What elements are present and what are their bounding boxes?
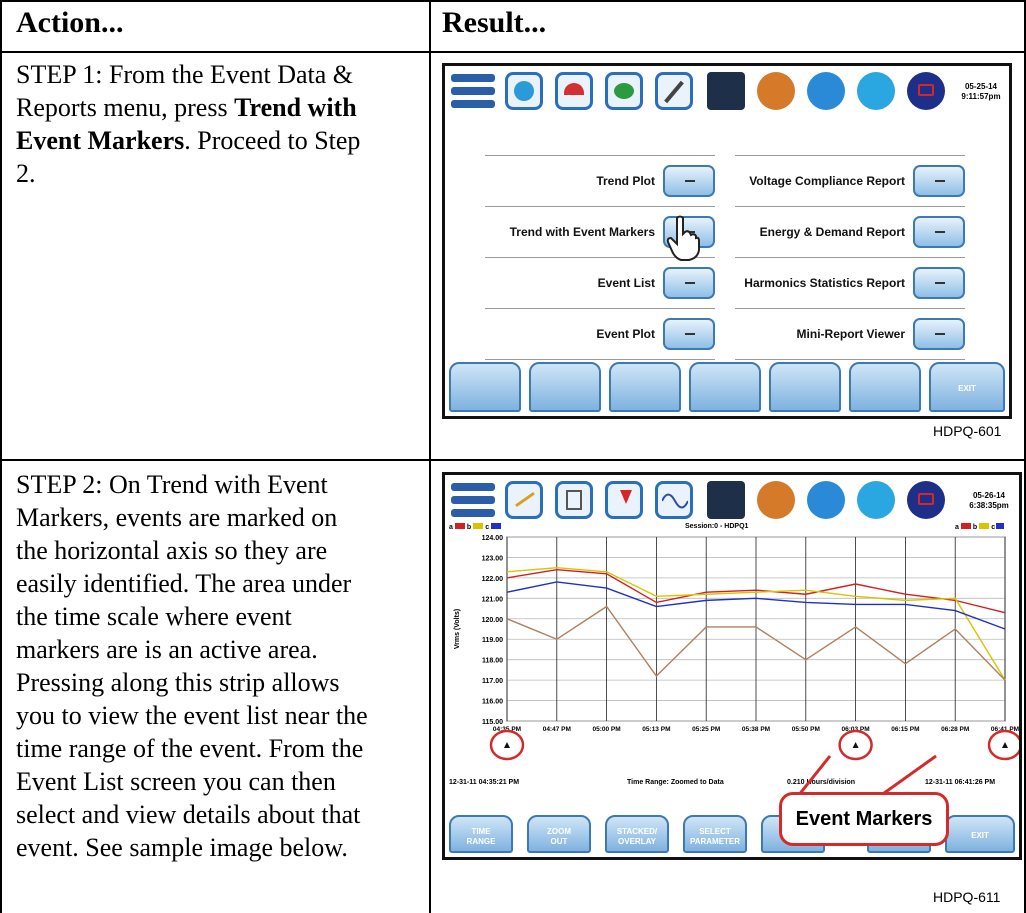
softkey-5[interactable]	[769, 362, 841, 412]
figure-ref-1: HDPQ-601	[933, 423, 1002, 439]
menu-mini-report-viewer[interactable]: Mini-Report Viewer	[735, 312, 965, 358]
softkey-1[interactable]	[449, 362, 521, 412]
pointer-hand-icon	[666, 215, 700, 261]
legend-right: abc	[955, 523, 1005, 531]
document-icon[interactable]	[807, 481, 845, 519]
row1-bottom-border	[0, 459, 1026, 461]
meter-icon[interactable]	[555, 72, 593, 110]
event-list-button[interactable]	[663, 267, 715, 299]
y-axis-label: Vrms (Volts)	[454, 609, 461, 649]
table-left-border	[0, 0, 2, 913]
voltage-compliance-button[interactable]	[913, 165, 965, 197]
event-marker	[504, 742, 510, 748]
wrench-icon[interactable]	[655, 72, 693, 110]
x-tick-label: 05:00 PM	[593, 726, 621, 733]
document-icon[interactable]	[807, 72, 845, 110]
wifi-icon[interactable]	[857, 72, 895, 110]
menu-icon[interactable]	[451, 74, 495, 108]
zoom-out-button[interactable]: ZOOM OUT	[527, 815, 591, 853]
time-range-button[interactable]: TIME RANGE	[449, 815, 513, 853]
session-title: Session:0 - HDPQ1	[685, 523, 749, 530]
step1-text: STEP 1: From the Event Data & Reports me…	[16, 60, 361, 188]
y-tick-label: 122.00	[482, 576, 504, 583]
event-markers-callout: Event Markers	[779, 792, 949, 846]
play-icon[interactable]	[505, 72, 543, 110]
waveform-icon[interactable]	[655, 481, 693, 519]
exit-button[interactable]: EXIT	[929, 362, 1005, 412]
header-bottom-border	[0, 51, 1026, 53]
menu-trend-plot[interactable]: Trend Plot	[485, 159, 715, 205]
y-tick-label: 123.00	[482, 555, 504, 562]
menu-event-list[interactable]: Event List	[485, 261, 715, 307]
figure-ref-2: HDPQ-611	[933, 889, 1001, 905]
energy-demand-button[interactable]	[913, 216, 965, 248]
header-action: Action...	[16, 6, 124, 39]
x-tick-label: 05:38 PM	[742, 726, 770, 733]
y-tick-label: 115.00	[482, 719, 503, 726]
wifi-icon[interactable]	[857, 481, 895, 519]
mini-report-viewer-button[interactable]	[913, 318, 965, 350]
menu-screenshot: 05-25-14 9:11:57pm Trend Plot Voltage Co…	[442, 63, 1012, 419]
y-tick-label: 121.00	[482, 596, 504, 603]
softkey-3[interactable]	[609, 362, 681, 412]
start-time: 12-31-11 04:35:21 PM	[449, 779, 520, 786]
step2-text: STEP 2: On Trend with Event Markers, eve…	[16, 470, 368, 862]
menu-icon[interactable]	[451, 483, 495, 517]
camera-icon[interactable]	[757, 481, 795, 519]
y-tick-label: 119.00	[482, 637, 503, 644]
table-top-border	[0, 0, 1026, 2]
stacked-overlay-button[interactable]: STACKED/OVERLAY	[605, 815, 669, 853]
trend-chart: 124.00 123.00 122.00 121.00 120.00 119.00 118.…	[454, 535, 1019, 761]
table-middle-border	[429, 0, 431, 913]
datetime: 05-25-14 9:11:57pm	[961, 82, 1001, 101]
x-tick-label: 06:28 PM	[941, 726, 969, 733]
menu-voltage-compliance[interactable]: Voltage Compliance Report	[735, 159, 965, 205]
monitor-icon[interactable]	[707, 72, 745, 110]
x-tick-label: 06:15 PM	[891, 726, 919, 733]
trend-icon[interactable]	[505, 481, 543, 519]
time-range: Time Range: Zoomed to Data	[627, 779, 724, 786]
softkey-2[interactable]	[529, 362, 601, 412]
scroll-icon[interactable]	[555, 481, 593, 519]
select-parameter-button[interactable]: SELECT PARAMETER	[683, 815, 747, 853]
record-icon[interactable]	[907, 72, 945, 110]
event-marker	[852, 742, 859, 748]
header-result: Result...	[442, 6, 547, 39]
x-tick-label: 05:13 PM	[642, 726, 670, 733]
record-icon[interactable]	[907, 481, 945, 519]
x-tick-label: 05:50 PM	[792, 726, 820, 733]
y-tick-label: 118.00	[482, 658, 503, 665]
y-tick-label: 124.00	[482, 535, 504, 542]
softkey-6[interactable]	[849, 362, 921, 412]
eye-icon[interactable]	[605, 72, 643, 110]
x-tick-label: 04:47 PM	[543, 726, 571, 733]
harmonics-statistics-button[interactable]	[913, 267, 965, 299]
y-tick-label: 120.00	[482, 617, 504, 624]
softkey-4[interactable]	[689, 362, 761, 412]
menu-energy-demand[interactable]: Energy & Demand Report	[735, 210, 965, 256]
menu-harmonics-statistics[interactable]: Harmonics Statistics Report	[735, 261, 965, 307]
datetime: 05-26-14 6:38:35pm	[969, 491, 1009, 510]
monitor-icon[interactable]	[707, 481, 745, 519]
event-marker	[1002, 742, 1008, 748]
trend-plot-button[interactable]	[663, 165, 715, 197]
camera-icon[interactable]	[757, 72, 795, 110]
menu-event-plot[interactable]: Event Plot	[485, 312, 715, 358]
y-tick-label: 117.00	[482, 678, 503, 685]
event-plot-button[interactable]	[663, 318, 715, 350]
x-tick-label: 05:25 PM	[692, 726, 720, 733]
y-tick-label: 116.00	[482, 699, 503, 706]
import-icon[interactable]	[605, 481, 643, 519]
legend-left: abc	[449, 523, 503, 531]
